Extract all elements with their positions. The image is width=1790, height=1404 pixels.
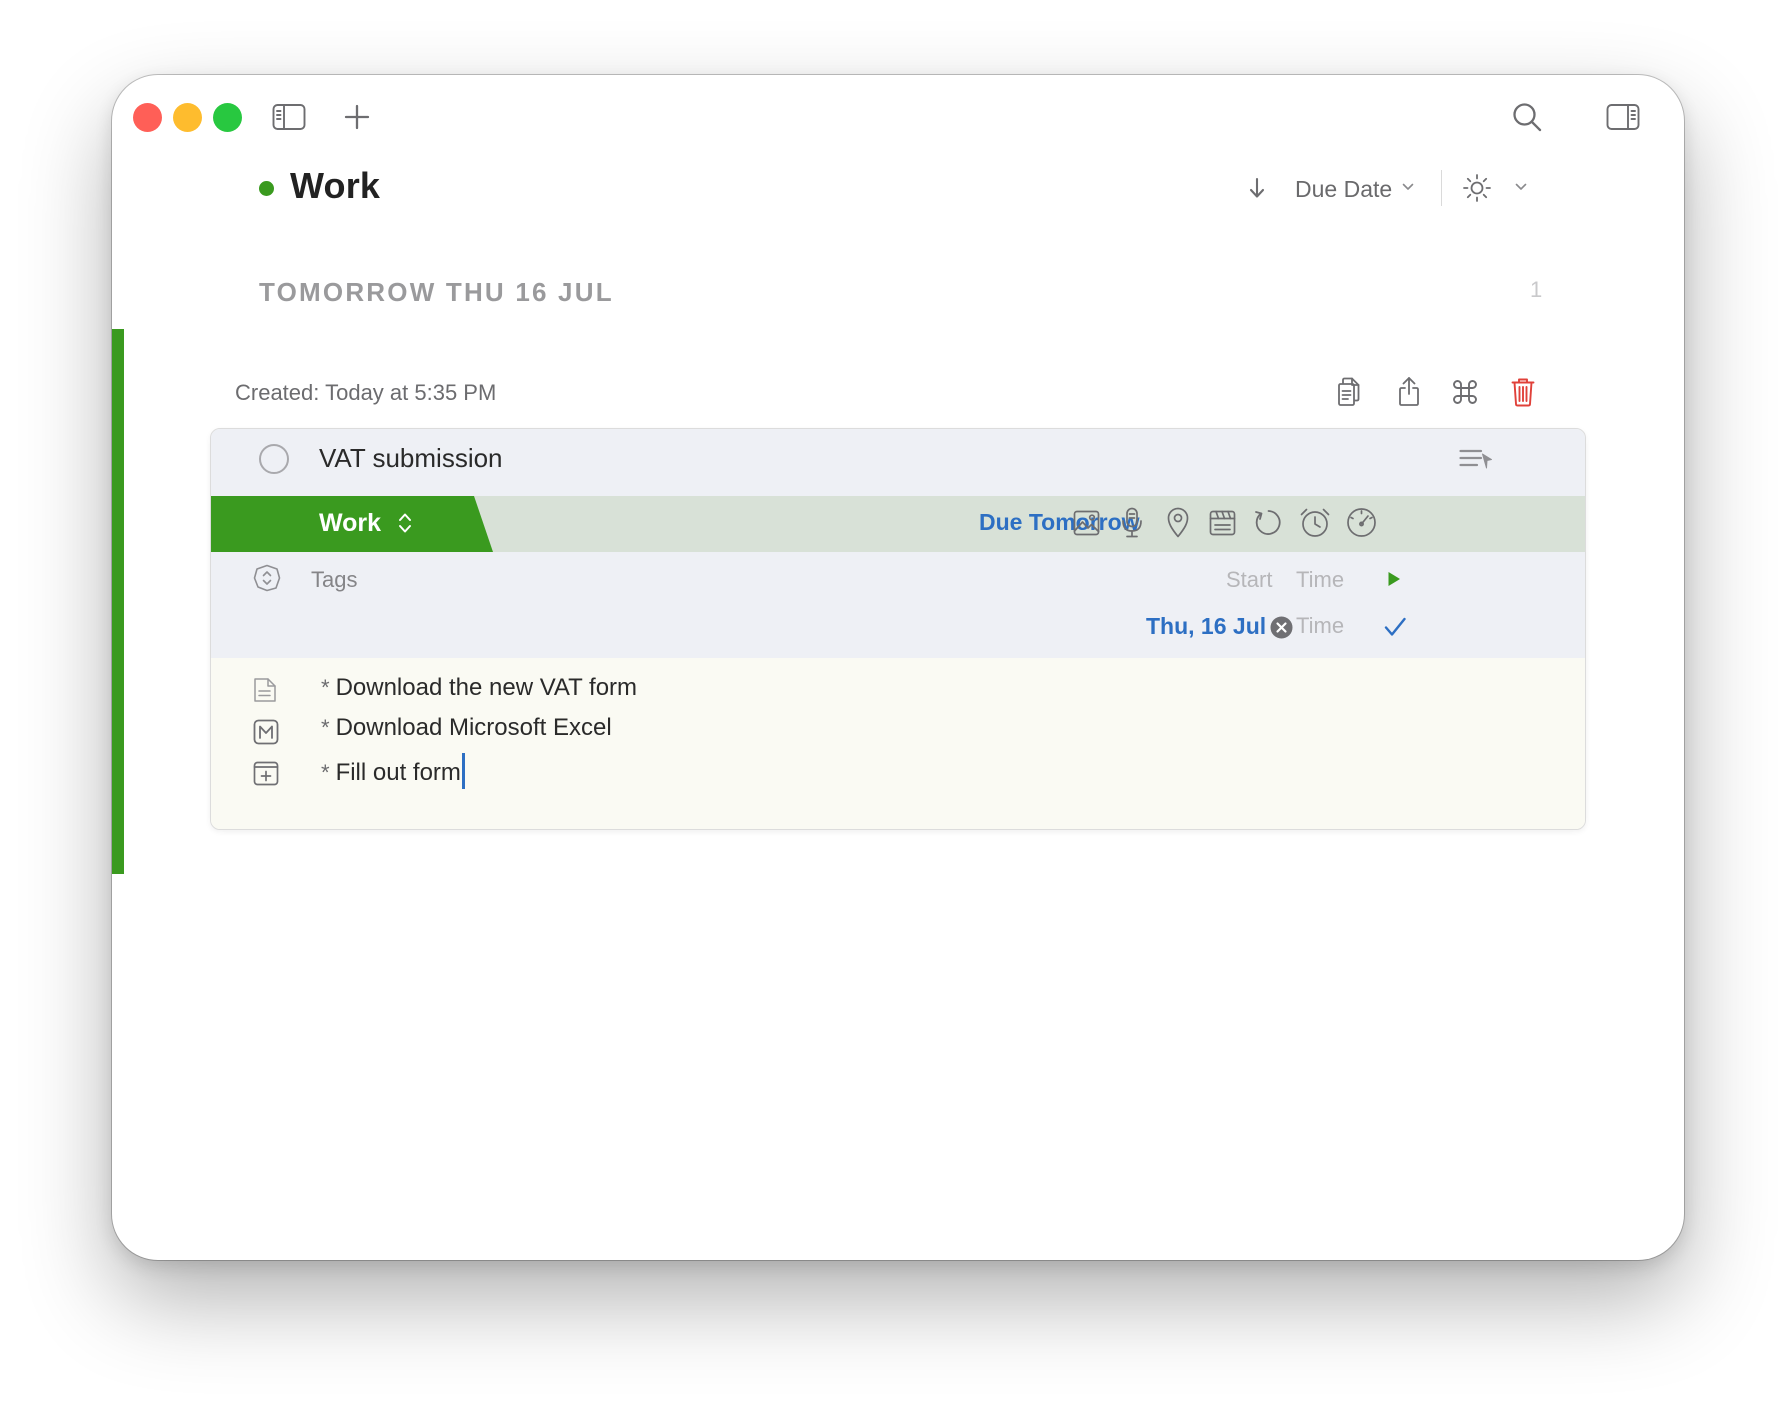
add-checklist-icon[interactable]: [253, 761, 279, 786]
play-icon[interactable]: [1387, 571, 1401, 587]
list-color-dot: [259, 181, 274, 196]
image-icon[interactable]: [1073, 509, 1100, 537]
start-time-field[interactable]: Time: [1296, 567, 1344, 593]
sidebar-toggle-icon[interactable]: [272, 103, 306, 131]
search-icon[interactable]: [1512, 102, 1542, 132]
deadline-date[interactable]: Thu, 16 Jul: [1146, 613, 1266, 640]
gauge-icon[interactable]: [1346, 507, 1377, 538]
checkmark-icon[interactable]: [1384, 617, 1406, 637]
location-icon[interactable]: [1167, 507, 1189, 538]
list-name: Work: [319, 509, 382, 537]
calendar-icon[interactable]: [1209, 509, 1236, 536]
task-editor-card: VAT submission Work Due Tomorrow Tags St…: [210, 428, 1586, 830]
copy-icon[interactable]: [1337, 377, 1361, 407]
plus-icon[interactable]: [344, 104, 370, 130]
view-options-chevron-icon[interactable]: [1515, 183, 1527, 191]
up-down-chevron-icon: [398, 512, 412, 534]
chevron-down-icon[interactable]: [1402, 183, 1414, 191]
sort-dropdown[interactable]: Due Date: [1295, 176, 1392, 203]
close-window-button[interactable]: [133, 103, 162, 132]
tags-input[interactable]: Tags: [311, 567, 357, 593]
task-title-row: VAT submission: [211, 429, 1585, 497]
selected-task-indicator: [112, 329, 124, 874]
start-date-field[interactable]: Start: [1226, 567, 1272, 593]
repeat-icon[interactable]: [1254, 508, 1283, 537]
note-line[interactable]: * Download the new VAT form: [321, 674, 637, 702]
minimize-window-button[interactable]: [173, 103, 202, 132]
inspector-toggle-icon[interactable]: [1606, 103, 1640, 131]
text-cursor: [461, 753, 465, 789]
section-count: 1: [1530, 277, 1543, 302]
command-icon[interactable]: [1452, 379, 1478, 405]
tags-and-dates-area: Tags Start Time Thu, 16 Jul Time: [211, 552, 1585, 658]
note-icon[interactable]: [253, 677, 277, 703]
deadline-time-field[interactable]: Time: [1296, 613, 1344, 639]
section-header: TOMORROW THU 16 JUL: [259, 277, 614, 307]
tag-icon: [253, 564, 281, 592]
due-date-label[interactable]: Due Tomorrow: [979, 509, 1140, 536]
page-title: Work: [290, 165, 381, 206]
sun-icon[interactable]: [1462, 173, 1492, 203]
toolbar-divider: [1441, 170, 1442, 206]
checklist-menu-icon[interactable]: [1459, 448, 1493, 472]
alarm-icon[interactable]: [1299, 507, 1331, 538]
task-title[interactable]: VAT submission: [319, 443, 503, 474]
created-timestamp: Created: Today at 5:35 PM: [235, 380, 497, 405]
task-meta-row: Work Due Tomorrow: [211, 496, 1585, 552]
markdown-icon[interactable]: [253, 719, 279, 745]
app-window: Work Due Date TOMORROW THU 16 JUL 1 Crea…: [112, 75, 1684, 1260]
arrow-down-icon[interactable]: [1248, 177, 1266, 199]
zoom-window-button[interactable]: [213, 103, 242, 132]
list-selector[interactable]: Work: [211, 496, 493, 552]
note-line[interactable]: * Fill out form: [321, 753, 465, 789]
trash-icon[interactable]: [1511, 377, 1535, 407]
task-checkbox[interactable]: [259, 444, 289, 474]
share-icon[interactable]: [1398, 376, 1420, 407]
notes-area[interactable]: * Download the new VAT form * Download Mic…: [211, 658, 1585, 829]
note-line[interactable]: * Download Microsoft Excel: [321, 714, 612, 742]
clear-date-icon[interactable]: [1270, 616, 1293, 639]
microphone-icon[interactable]: [1121, 507, 1143, 539]
